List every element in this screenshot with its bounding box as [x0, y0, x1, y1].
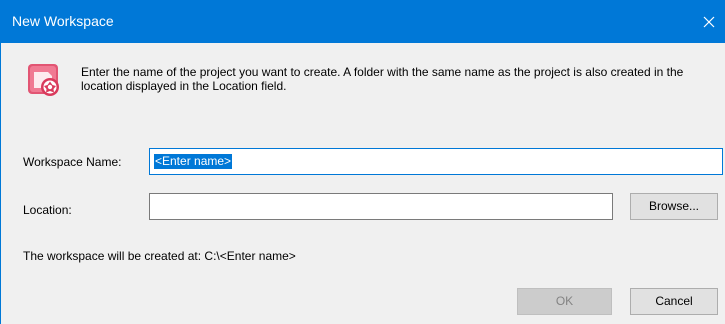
- cancel-button[interactable]: Cancel: [630, 288, 718, 315]
- workspace-path-text: The workspace will be created at: C:\<En…: [23, 249, 296, 263]
- browse-button[interactable]: Browse...: [630, 193, 718, 220]
- workspace-name-value: <Enter name>: [154, 154, 233, 169]
- location-input[interactable]: [149, 193, 613, 220]
- dialog-description: Enter the name of the project you want t…: [81, 65, 684, 93]
- workspace-app-icon: [28, 64, 59, 96]
- ok-button[interactable]: OK: [517, 288, 612, 315]
- location-label: Location:: [23, 203, 72, 217]
- new-workspace-dialog: New Workspace Enter the name of the proj…: [0, 0, 725, 324]
- workspace-name-label: Workspace Name:: [23, 155, 122, 169]
- header-separator: [1, 118, 725, 119]
- close-button[interactable]: [701, 0, 725, 43]
- close-icon: [703, 16, 715, 28]
- title-bar: New Workspace: [1, 0, 725, 43]
- workspace-name-input[interactable]: <Enter name>: [149, 148, 723, 175]
- window-title: New Workspace: [12, 13, 114, 29]
